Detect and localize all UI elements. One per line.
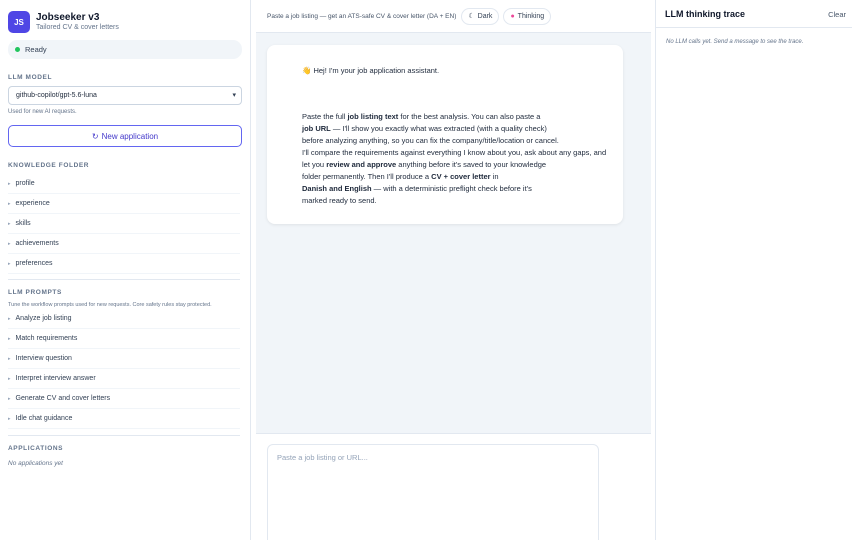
chevron-down-icon: ▾ [232, 92, 236, 99]
prompts-list: ▸ Analyze job listing ▸ Match requirements… [8, 309, 240, 429]
dark-mode-button[interactable]: ☾ Dark [461, 7, 500, 25]
knowledge-item-preferences[interactable]: ▸ preferences [8, 254, 240, 274]
message-bold: Danish and English [302, 184, 372, 193]
caret-right-icon: ▸ [8, 375, 11, 382]
message-text: let you [302, 160, 327, 169]
model-select-value: github-copilot/gpt-5.6-luna [16, 92, 97, 99]
caret-right-icon: ▸ [8, 180, 11, 187]
prompt-item-idle-chat[interactable]: ▸ Idle chat guidance [8, 409, 240, 429]
assistant-message: 👋 Hej! I'm your job application assistan… [267, 45, 623, 224]
brand-logo: JS [8, 11, 30, 33]
wave-hand-icon: 👋 [302, 66, 312, 75]
prompt-item-analyze[interactable]: ▸ Analyze job listing [8, 309, 240, 329]
message-bold: CV + cover letter [431, 172, 491, 181]
message-bold: job listing text [347, 112, 399, 121]
message-text: for the best analysis. You can also past… [398, 112, 541, 121]
prompt-item-generate[interactable]: ▸ Generate CV and cover letters [8, 389, 240, 409]
prompt-item-interpret-answer[interactable]: ▸ Interpret interview answer [8, 369, 240, 389]
message-text: I'll compare the requirements against ev… [302, 148, 607, 157]
message-text: folder permanently. Then I'll produce a [302, 172, 432, 181]
knowledge-list: ▸ profile ▸ experience ▸ skills ▸ achievemen… [8, 174, 240, 274]
message-text: in [490, 172, 499, 181]
new-application-label: New application [101, 131, 159, 141]
knowledge-item-experience[interactable]: ▸ experience [8, 194, 240, 214]
knowledge-item-skills[interactable]: ▸ skills [8, 214, 240, 234]
message-bold: job URL [302, 124, 331, 133]
prompt-item-label: Analyze job listing [15, 315, 72, 322]
brand-subtitle: Tailored CV & cover letters [36, 24, 119, 31]
caret-right-icon: ▸ [8, 220, 11, 227]
knowledge-section-label: KNOWLEDGE FOLDER [8, 162, 90, 169]
prompt-item-label: Match requirements [15, 335, 78, 342]
message-text: before analyzing anything, so you can fi… [302, 136, 559, 145]
caret-right-icon: ▸ [8, 200, 11, 207]
brain-icon: ● [510, 12, 515, 20]
knowledge-item-achievements[interactable]: ▸ achievements [8, 234, 240, 254]
caret-right-icon: ▸ [8, 355, 11, 362]
new-application-button[interactable]: ↻ New application [8, 125, 242, 147]
caret-right-icon: ▸ [8, 260, 11, 267]
dark-mode-label: Dark [477, 12, 493, 20]
message-input-placeholder: Paste a job listing or URL... [277, 453, 368, 462]
clear-trace-button[interactable]: Clear [828, 10, 846, 19]
prompt-item-match[interactable]: ▸ Match requirements [8, 329, 240, 349]
message-bold: review and approve [326, 160, 397, 169]
thinking-toggle-button[interactable]: ● Thinking [503, 7, 552, 25]
applications-section-label: APPLICATIONS [8, 445, 64, 452]
prompt-item-label: Interpret interview answer [15, 375, 96, 382]
top-bar: Paste a job listing — get an ATS-safe CV… [256, 0, 651, 33]
knowledge-item-profile[interactable]: ▸ profile [8, 174, 240, 194]
brand: JS Jobseeker v3 Tailored CV & cover lett… [0, 0, 250, 34]
knowledge-item-label: profile [15, 180, 35, 187]
sidebar: JS Jobseeker v3 Tailored CV & cover lett… [0, 0, 251, 540]
model-select[interactable]: github-copilot/gpt-5.6-luna ▾ [8, 86, 242, 105]
greeting-line: 👋 Hej! I'm your job application assistan… [302, 65, 613, 77]
message-input[interactable]: Paste a job listing or URL... [267, 444, 599, 540]
refresh-icon: ↻ [91, 131, 99, 141]
message-text: — with a deterministic preflight check b… [371, 184, 532, 193]
prompt-item-label: Interview question [15, 355, 72, 362]
prompt-item-label: Idle chat guidance [15, 415, 73, 422]
message-text: Paste the full [302, 112, 348, 121]
caret-right-icon: ▸ [8, 335, 11, 342]
message-body: Paste the full job listing text for the … [302, 111, 613, 207]
prompts-hint: Tune the workflow prompts used for new r… [8, 302, 212, 308]
status-label: Ready [25, 45, 47, 54]
divider [8, 435, 240, 436]
status-badge: Ready [8, 40, 242, 59]
applications-empty: No applications yet [8, 460, 63, 467]
chat-area: Paste a job listing — get an ATS-safe CV… [256, 0, 651, 540]
brand-title: Jobseeker v3 [36, 12, 100, 23]
prompt-item-interview-question[interactable]: ▸ Interview question [8, 349, 240, 369]
trace-panel: LLM thinking trace Clear No LLM calls ye… [655, 0, 852, 540]
divider [656, 27, 852, 28]
moon-icon: ☾ [468, 13, 475, 20]
knowledge-item-label: skills [15, 220, 31, 227]
message-text: marked ready to send. [302, 196, 377, 205]
trace-empty-message: No LLM calls yet. Send a message to see … [666, 39, 804, 45]
caret-right-icon: ▸ [8, 395, 11, 402]
greeting-text: Hej! I'm your job application assistant. [313, 66, 440, 75]
message-text: — I'll show you exactly what was extract… [330, 124, 547, 133]
prompts-section-label: LLM PROMPTS [8, 289, 62, 296]
message-text: anything before it's saved to your knowl… [396, 160, 547, 169]
caret-right-icon: ▸ [8, 240, 11, 247]
thinking-label: Thinking [517, 12, 545, 20]
prompt-item-label: Generate CV and cover letters [15, 395, 111, 402]
model-hint: Used for new AI requests. [8, 109, 77, 115]
trace-title: LLM thinking trace [665, 9, 746, 19]
knowledge-item-label: preferences [15, 260, 53, 267]
caret-right-icon: ▸ [8, 315, 11, 322]
divider [8, 279, 240, 280]
topbar-description: Paste a job listing — get an ATS-safe CV… [267, 12, 457, 20]
model-section-label: LLM MODEL [8, 74, 53, 81]
knowledge-item-label: experience [15, 200, 50, 207]
status-dot-icon [15, 47, 20, 52]
composer-area: Paste a job listing or URL... [256, 433, 651, 540]
caret-right-icon: ▸ [8, 415, 11, 422]
knowledge-item-label: achievements [15, 240, 59, 247]
